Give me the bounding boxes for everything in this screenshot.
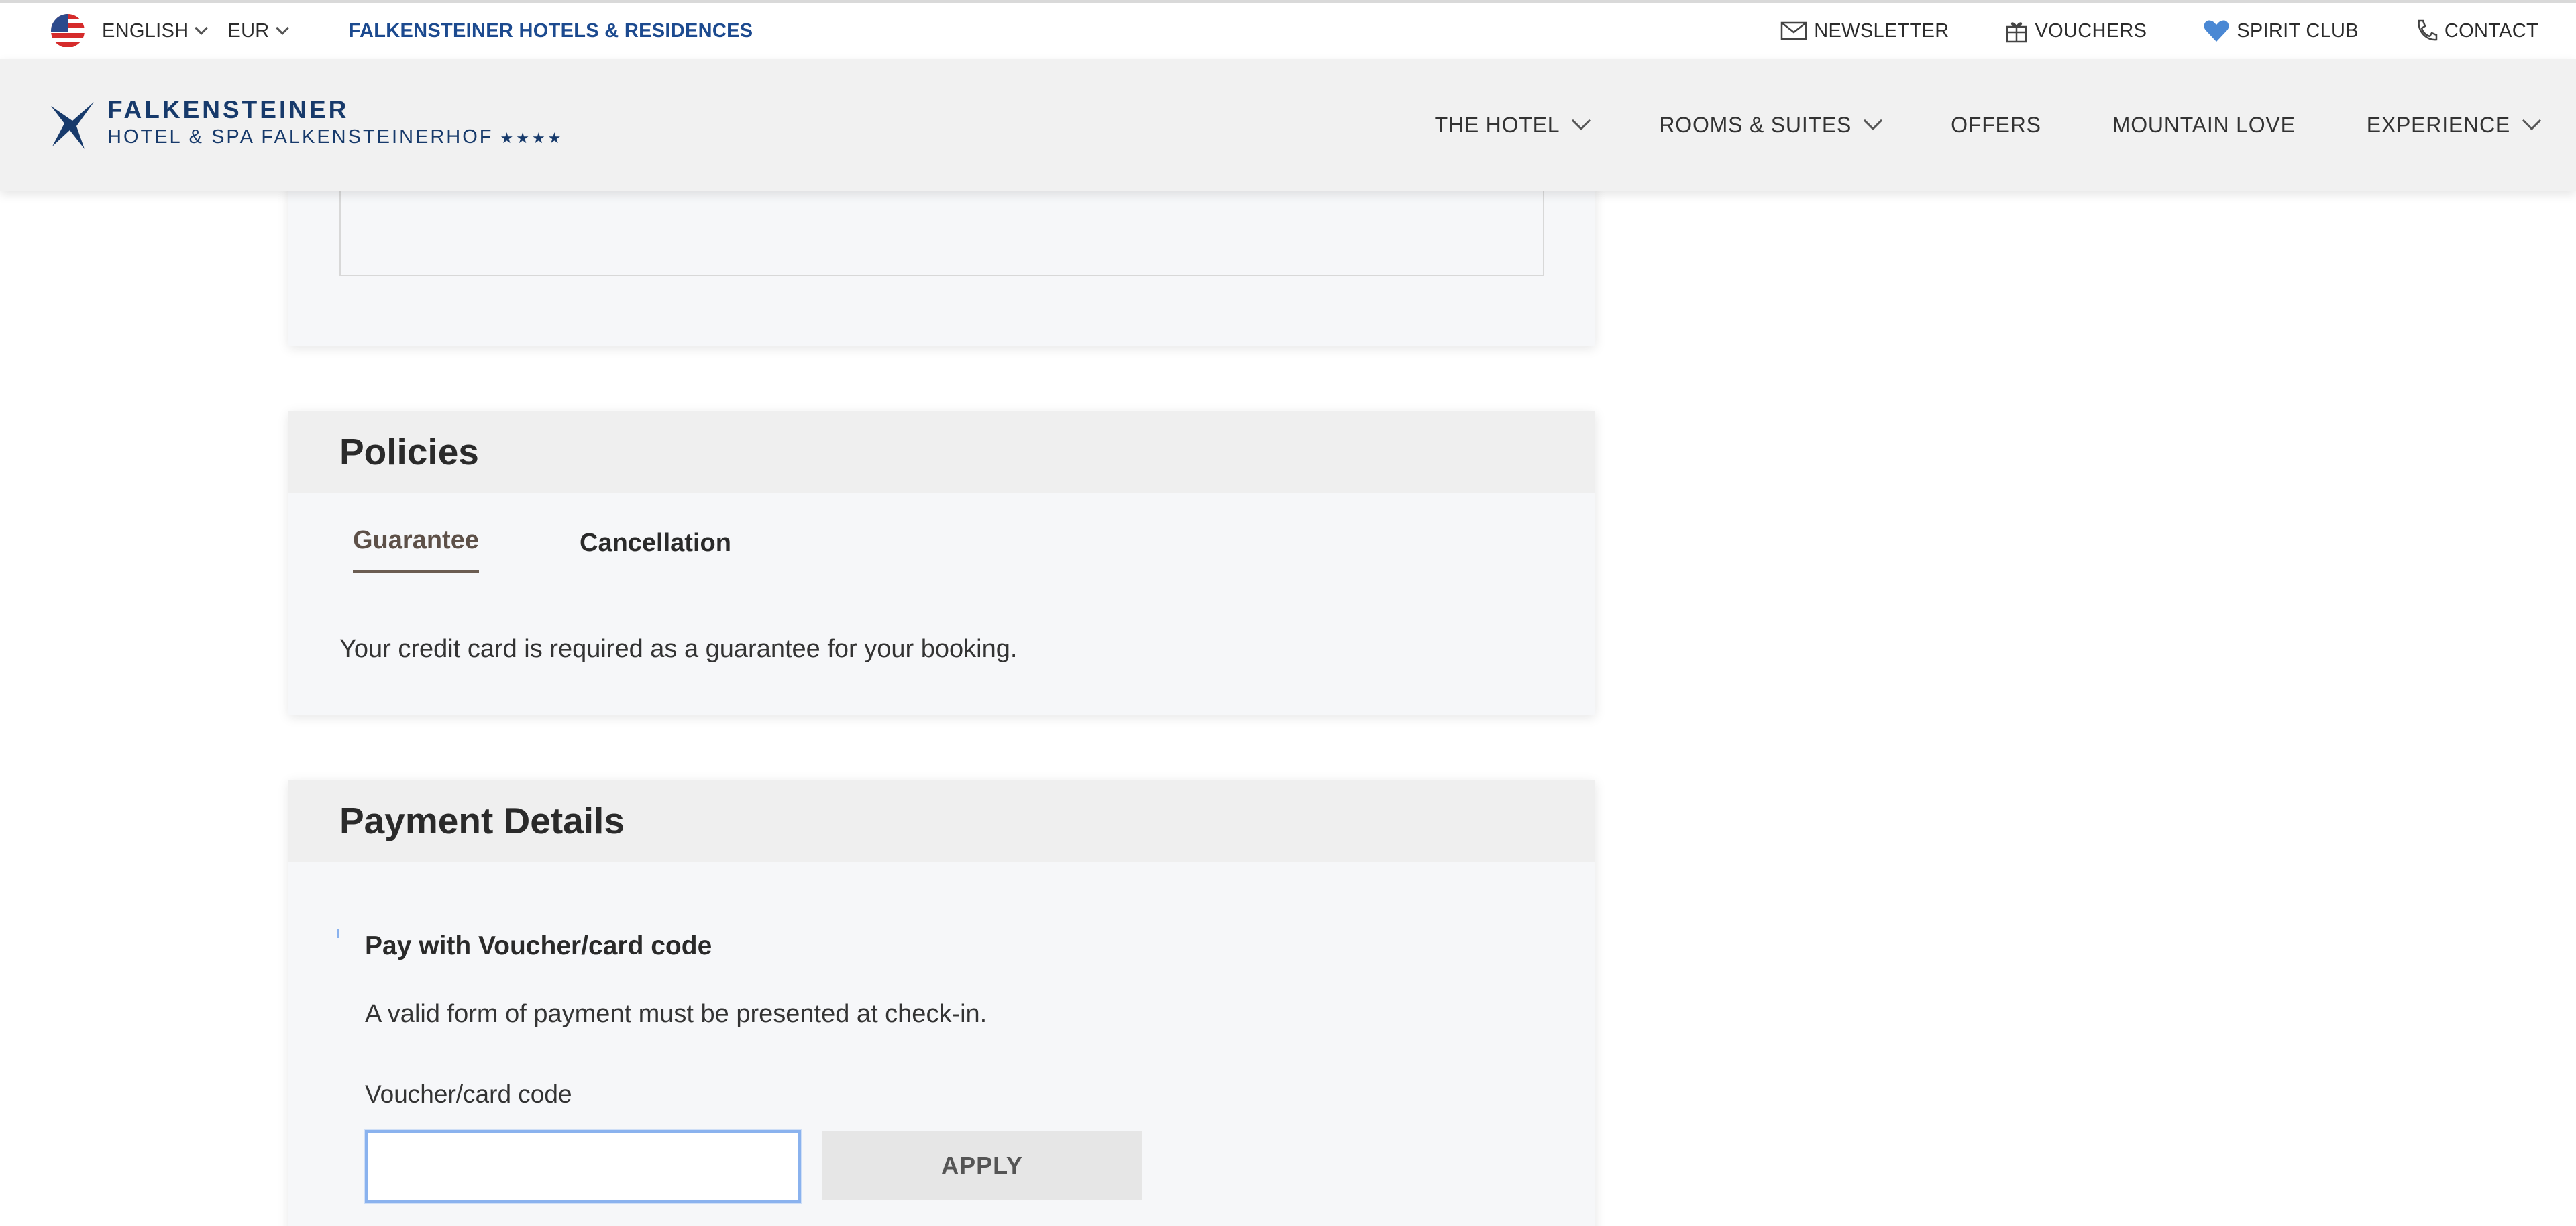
nav-experience[interactable]: EXPERIENCE [2366,111,2542,138]
nav-offers[interactable]: OFFERS [1951,113,2041,138]
us-flag-icon[interactable] [51,14,85,48]
chevron-down-icon [195,21,209,35]
logo-title: FALKENSTEINER [107,96,350,123]
contact-label: CONTACT [2444,19,2538,42]
hotel-logo[interactable]: FALKENSTEINER HOTEL & SPA FALKENSTEINERH… [50,97,564,150]
policies-title: Policies [339,431,479,472]
chevron-down-icon [2522,111,2542,131]
previous-section-card [288,181,1595,346]
envelope-icon [1781,21,1807,40]
gift-icon [2006,22,2027,43]
currency-selector[interactable]: EUR [227,19,289,42]
guarantee-policy-text: Your credit card is required as a guaran… [339,635,1018,663]
nav-the-hotel[interactable]: THE HOTEL [1434,111,1591,138]
vouchers-link[interactable]: VOUCHERS [2005,19,2147,43]
vouchers-label: VOUCHERS [2035,19,2147,42]
page: ENGLISH EUR FALKENSTEINER HOTELS & RESID… [0,0,2576,1226]
policy-tabs: Guarantee Cancellation [288,493,1595,585]
payment-details-card: Payment Details Pay with Voucher/card co… [288,780,1595,1226]
spirit-club-label: SPIRIT CLUB [2237,19,2359,42]
tab-cancellation[interactable]: Cancellation [580,529,731,558]
voucher-code-input[interactable] [364,1129,802,1204]
language-selector[interactable]: ENGLISH [102,19,209,42]
nav-the-hotel-label: THE HOTEL [1434,112,1560,137]
brand-link[interactable]: FALKENSTEINER HOTELS & RESIDENCES [349,20,753,42]
falcon-logo-icon [51,102,94,149]
tab-guarantee[interactable]: Guarantee [353,526,479,573]
rating-stars: ★★★★ [500,130,564,146]
payment-title: Payment Details [339,800,625,841]
policies-header: Policies [288,411,1595,493]
newsletter-label: NEWSLETTER [1814,19,1949,42]
chevron-down-icon [1572,111,1591,131]
utility-bar: ENGLISH EUR FALKENSTEINER HOTELS & RESID… [0,0,2576,59]
nav-experience-label: EXPERIENCE [2366,112,2510,137]
contact-link[interactable]: CONTACT [2415,19,2538,43]
text-area-box[interactable] [339,181,1544,276]
payment-note: A valid form of payment must be presente… [365,1000,987,1028]
newsletter-link[interactable]: NEWSLETTER [1780,20,1949,42]
main-navigation: FALKENSTEINER HOTEL & SPA FALKENSTEINERH… [0,59,2576,191]
nav-rooms-suites[interactable]: ROOMS & SUITES [1659,111,1883,138]
nav-mountain-love[interactable]: MOUNTAIN LOVE [2112,113,2296,138]
payment-header: Payment Details [288,780,1595,862]
spirit-club-link[interactable]: SPIRIT CLUB [2203,19,2359,43]
payment-option-radio[interactable] [337,929,339,938]
logo-subtitle: HOTEL & SPA FALKENSTEINERHOF [107,126,494,148]
chevron-down-icon [275,21,289,35]
chevron-down-icon [1864,111,1883,131]
nav-rooms-suites-label: ROOMS & SUITES [1659,112,1852,137]
language-label: ENGLISH [102,19,189,42]
apply-button[interactable]: APPLY [822,1131,1142,1200]
voucher-option-title: Pay with Voucher/card code [365,931,712,960]
phone-icon [2418,19,2438,41]
policies-card: Policies Guarantee Cancellation Your cre… [288,411,1595,715]
voucher-field-label: Voucher/card code [365,1080,572,1108]
heart-icon [2204,20,2229,42]
currency-label: EUR [227,19,270,42]
